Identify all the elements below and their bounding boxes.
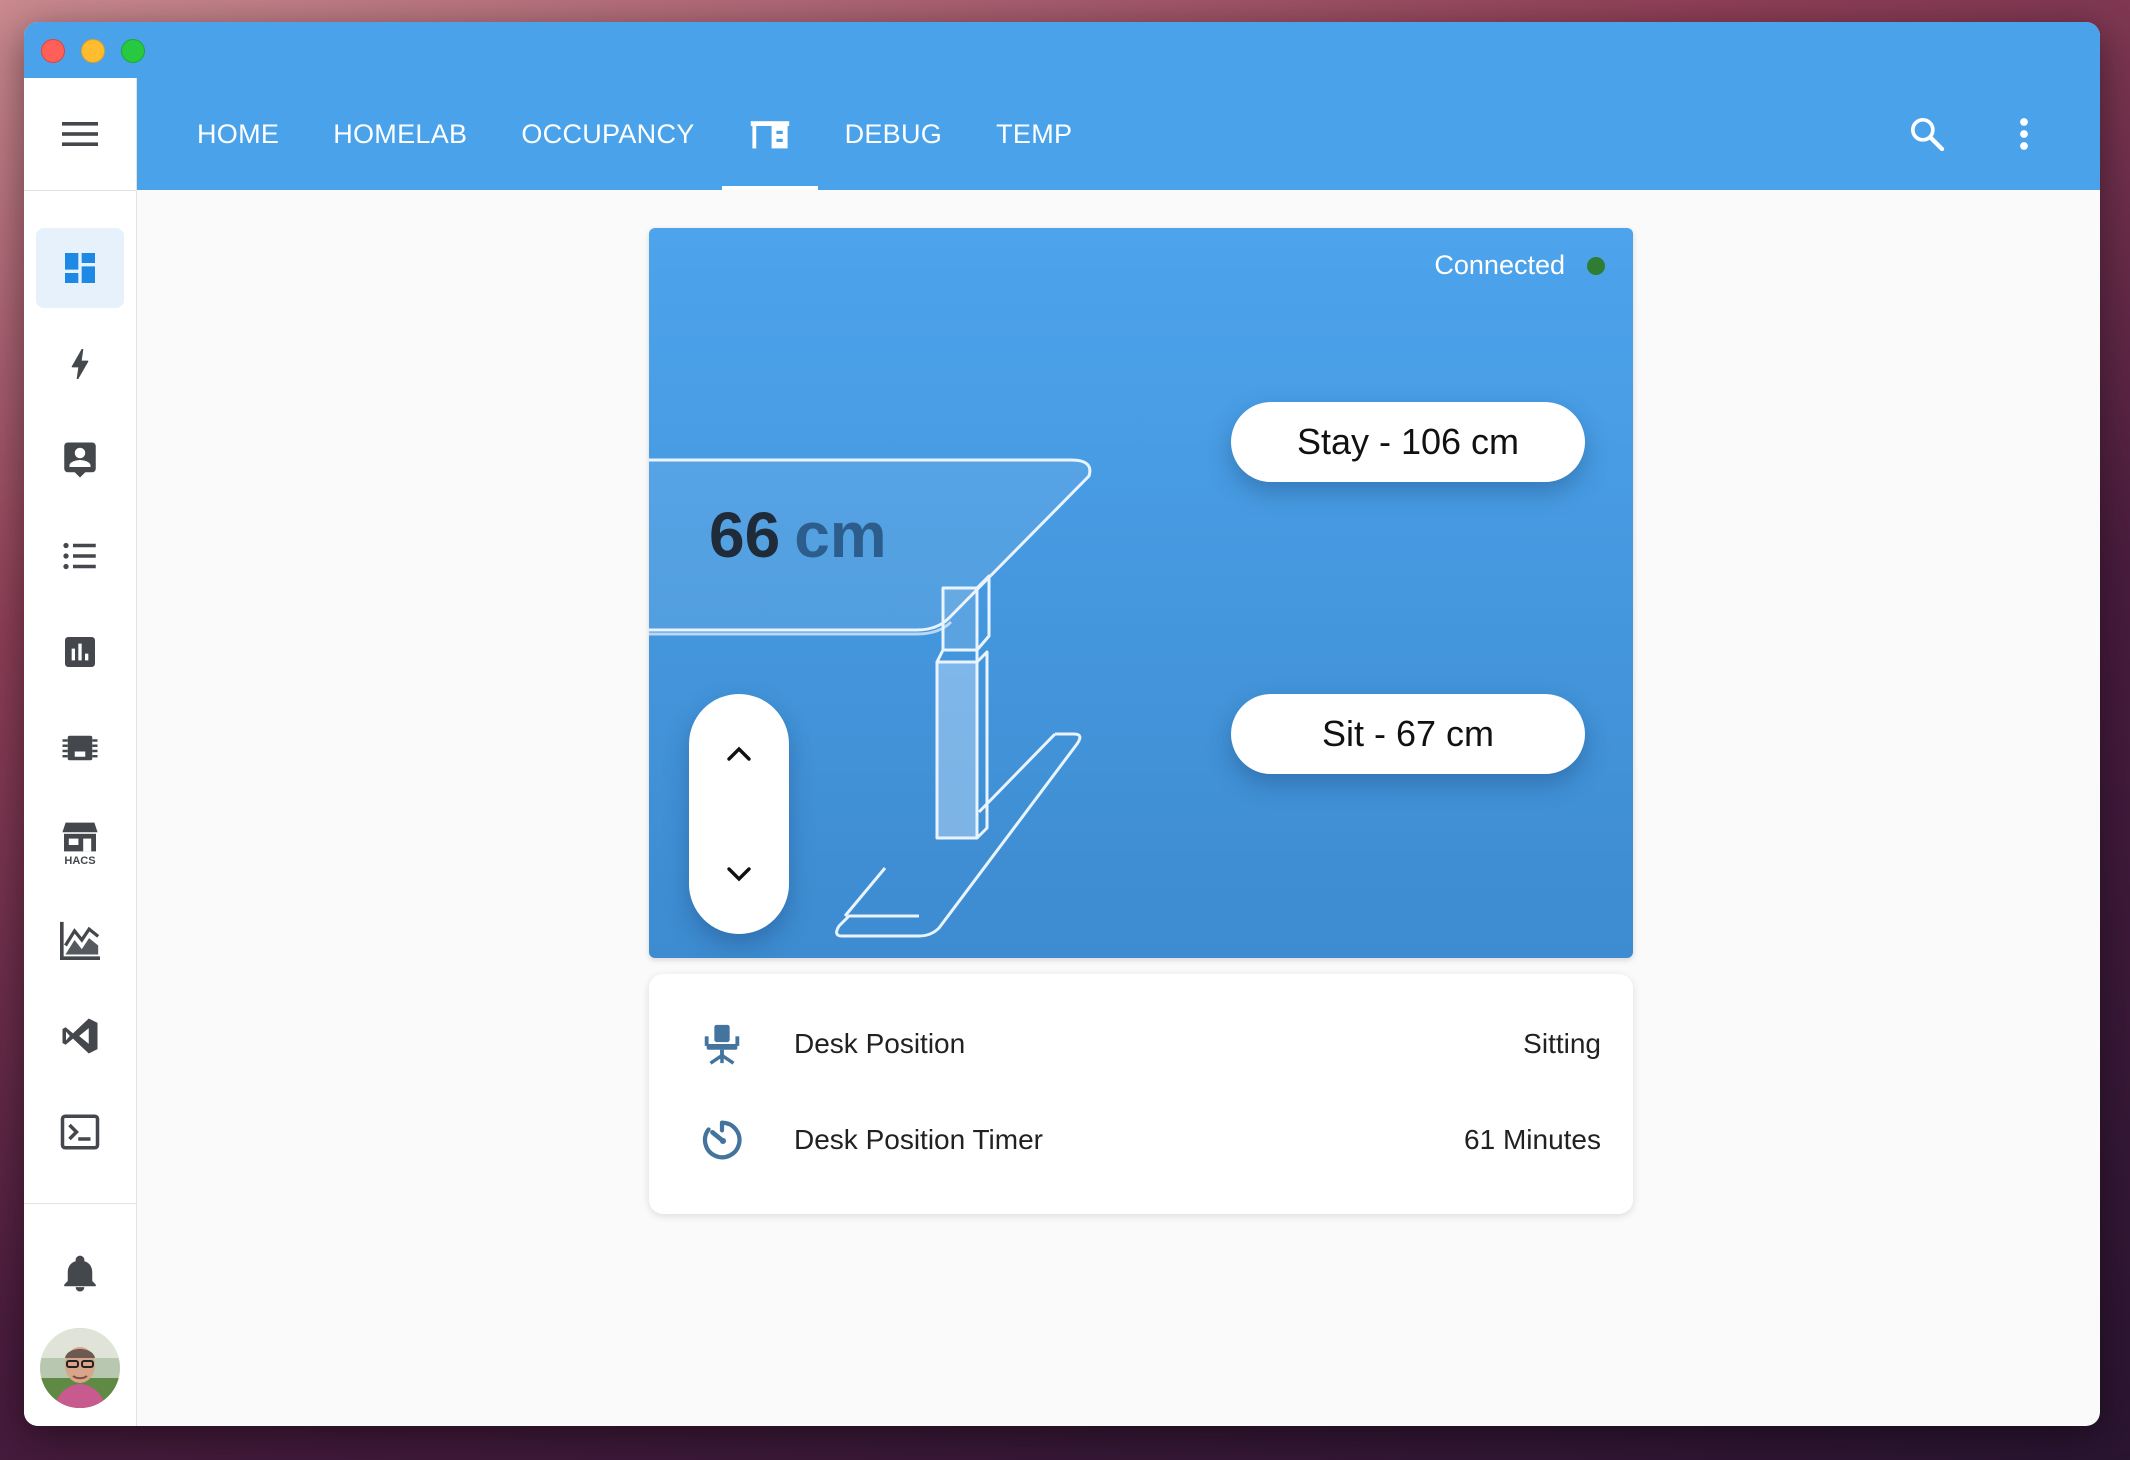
entity-row-desk-position[interactable]: Desk Position Sitting bbox=[649, 996, 1633, 1092]
desk-control-card: Connected 66 cm Stay - 106 cm Sit - 67 c… bbox=[649, 228, 1633, 958]
tab-homelab[interactable]: HOMELAB bbox=[306, 78, 494, 190]
raise-desk-button[interactable] bbox=[689, 704, 789, 804]
app-toolbar: HOME HOMELAB OCCUPANCY DEBUG TEMP bbox=[137, 78, 2100, 190]
sidebar-item-profile[interactable] bbox=[36, 1328, 124, 1408]
menu-button[interactable] bbox=[24, 78, 136, 191]
lightning-icon bbox=[71, 349, 89, 379]
tab-label: OCCUPANCY bbox=[521, 118, 695, 149]
stand-preset-label: Stay - 106 cm bbox=[1296, 421, 1520, 462]
sidebar-item-esphome[interactable] bbox=[36, 708, 124, 788]
sidebar-item-vscode[interactable] bbox=[36, 996, 124, 1076]
hacs-label: HACS bbox=[64, 855, 96, 867]
sidebar-item-overview[interactable] bbox=[36, 228, 124, 308]
entity-icon bbox=[697, 1115, 747, 1165]
zoom-window-button[interactable] bbox=[121, 39, 145, 63]
sidebar-item-logbook[interactable] bbox=[36, 516, 124, 596]
desk-chair-icon bbox=[704, 1024, 740, 1065]
timer-icon bbox=[702, 1120, 742, 1160]
area-chart-icon bbox=[60, 921, 100, 960]
tab-label: DEBUG bbox=[844, 118, 943, 149]
entity-label: Desk Position bbox=[794, 1028, 966, 1059]
tab-occupancy[interactable]: OCCUPANCY bbox=[494, 78, 721, 190]
chevron-up-icon bbox=[727, 746, 751, 761]
view-tabs: HOME HOMELAB OCCUPANCY DEBUG TEMP bbox=[170, 78, 1099, 190]
desk-icon bbox=[750, 121, 789, 149]
chart-icon bbox=[65, 637, 95, 667]
hacs-store-icon bbox=[62, 822, 98, 852]
sidebar-item-energy[interactable] bbox=[36, 324, 124, 404]
close-window-button[interactable] bbox=[41, 39, 65, 63]
sidebar: HACS bbox=[24, 78, 137, 1426]
entity-row-desk-position-timer[interactable]: Desk Position Timer 61 Minutes bbox=[649, 1092, 1633, 1188]
current-height-unit: cm bbox=[794, 499, 887, 571]
entity-icon bbox=[697, 1019, 747, 1069]
entity-label: Desk Position Timer bbox=[794, 1124, 1043, 1155]
sit-preset-label: Sit - 67 cm bbox=[1321, 713, 1495, 754]
sidebar-item-statistics[interactable] bbox=[36, 900, 124, 980]
tab-home[interactable]: HOME bbox=[170, 78, 306, 190]
height-adjust-control bbox=[689, 694, 789, 934]
desk-illustration bbox=[649, 458, 1092, 938]
dashboard-icon bbox=[65, 253, 95, 283]
sidebar-item-terminal[interactable] bbox=[36, 1092, 124, 1172]
entity-value: Sitting bbox=[1523, 1028, 1601, 1059]
tab-temp[interactable]: TEMP bbox=[969, 78, 1099, 190]
sit-preset-button[interactable]: Sit - 67 cm bbox=[1231, 694, 1585, 774]
tab-debug[interactable]: DEBUG bbox=[818, 78, 970, 190]
minimize-window-button[interactable] bbox=[81, 39, 105, 63]
vscode-icon bbox=[62, 1018, 98, 1054]
list-icon bbox=[63, 542, 96, 570]
more-vert-icon bbox=[2020, 118, 2028, 150]
account-box-icon bbox=[64, 442, 96, 478]
more-options-button[interactable] bbox=[1994, 104, 2054, 164]
terminal-icon bbox=[60, 1114, 100, 1150]
tab-desk[interactable] bbox=[721, 78, 818, 190]
chip-icon bbox=[62, 735, 98, 761]
tab-label: HOMELAB bbox=[333, 118, 468, 149]
stand-preset-button[interactable]: Stay - 106 cm bbox=[1231, 402, 1585, 482]
sidebar-item-people[interactable] bbox=[36, 420, 124, 500]
current-height: 66 cm bbox=[709, 498, 887, 572]
desk-entities-card: Desk Position Sitting Desk Position Time… bbox=[649, 974, 1633, 1214]
hamburger-menu-icon bbox=[62, 122, 98, 146]
avatar bbox=[40, 1328, 120, 1408]
sidebar-item-hacs[interactable]: HACS bbox=[36, 804, 124, 884]
search-icon bbox=[1911, 118, 1945, 152]
entity-value: 61 Minutes bbox=[1464, 1124, 1601, 1155]
title-bar bbox=[24, 22, 2100, 78]
app-window: HACS HOME HOMELAB OCCUPANCY DEBUG TEMP C… bbox=[24, 22, 2100, 1426]
sidebar-item-notifications[interactable] bbox=[36, 1234, 124, 1314]
tab-label: HOME bbox=[197, 118, 280, 149]
lower-desk-button[interactable] bbox=[689, 824, 789, 924]
search-button[interactable] bbox=[1897, 104, 1957, 164]
sidebar-item-history[interactable] bbox=[36, 612, 124, 692]
current-height-value: 66 bbox=[709, 499, 781, 571]
bell-icon bbox=[64, 1255, 96, 1292]
chevron-down-icon bbox=[727, 867, 751, 882]
sidebar-divider bbox=[24, 1203, 136, 1204]
tab-label: TEMP bbox=[996, 118, 1073, 149]
